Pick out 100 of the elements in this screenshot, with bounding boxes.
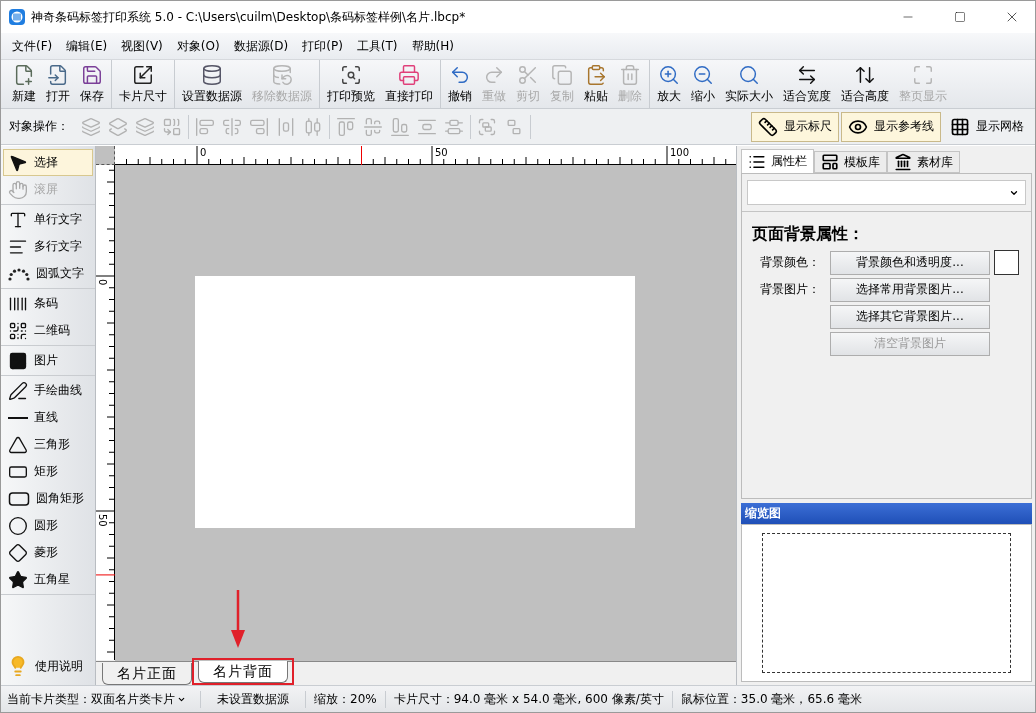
toggle-button[interactable]: 显示参考线	[841, 111, 941, 142]
copy-icon	[551, 63, 573, 86]
resize-frame-icon	[132, 63, 154, 86]
menu-item[interactable]: 工具(T)	[349, 37, 405, 55]
panel-button[interactable]: 选择其它背景图片...	[830, 304, 990, 329]
menu-item[interactable]: 视图(V)	[114, 37, 170, 55]
distribute-icon	[276, 116, 296, 137]
menu-item[interactable]: 对象(O)	[169, 37, 227, 55]
toggle-button[interactable]: 显示标尺	[751, 111, 839, 142]
toolbar-button[interactable]: 适合高度	[836, 61, 894, 107]
app-logo-icon	[9, 9, 25, 25]
printer-icon	[398, 63, 420, 86]
panel-tab[interactable]: 模板库	[814, 151, 887, 173]
pen-icon	[8, 380, 28, 401]
building-icon	[894, 153, 912, 171]
zoom-in-icon	[658, 63, 680, 86]
help-button[interactable]: 使用说明	[1, 651, 95, 681]
line-icon	[8, 416, 28, 419]
template-icon	[821, 153, 839, 171]
group-icon	[477, 116, 497, 137]
align-icon	[336, 116, 356, 137]
tool-item[interactable]: 菱形	[3, 539, 93, 566]
toolbar-button[interactable]: 新建	[7, 61, 41, 107]
tool-item[interactable]: 圆角矩形	[3, 485, 93, 512]
ruler-label: 50	[435, 147, 448, 158]
toolbar-button[interactable]: 打开	[41, 61, 75, 107]
ruler-label: 0	[200, 147, 207, 158]
toolbar-label: 对象操作：	[9, 118, 69, 135]
align-icon	[390, 116, 410, 137]
align-icon	[363, 116, 383, 137]
layers-icon	[135, 116, 155, 137]
tool-item[interactable]: 三角形	[3, 431, 93, 458]
distribute-icon	[303, 116, 323, 137]
magnifier-icon	[738, 63, 760, 86]
toolbar-button[interactable]: 设置数据源	[177, 61, 247, 107]
layers-icon	[108, 116, 128, 137]
align-icon	[249, 116, 269, 137]
panel-button[interactable]: 选择常用背景图片...	[830, 277, 990, 302]
tool-item[interactable]: 圆弧文字	[3, 260, 93, 287]
page-tab[interactable]: 名片背面	[198, 661, 288, 683]
ruler-icon	[758, 116, 778, 137]
toggle-button[interactable]: 显示网格	[943, 111, 1031, 142]
thumbnail-header: 缩览图	[741, 503, 1032, 524]
toolbar-button[interactable]: 粘贴	[579, 61, 613, 107]
toolbar-button[interactable]: 保存	[75, 61, 109, 107]
maximize-icon	[954, 11, 966, 23]
toolbar-button[interactable]: 实际大小	[720, 61, 778, 107]
tool-item[interactable]: 五角星	[3, 566, 93, 593]
toolbar-button[interactable]: 打印预览	[322, 61, 380, 107]
panel-button[interactable]: 背景颜色和透明度...	[830, 250, 990, 275]
status-label: 当前卡片类型：	[6, 690, 91, 708]
menu-item[interactable]: 数据源(D)	[226, 37, 296, 55]
tool-item[interactable]: 圆形	[3, 512, 93, 539]
toolbar-button[interactable]: 卡片尺寸	[114, 61, 172, 107]
status-text: 卡片尺寸：94.0 毫米 x 54.0 毫米, 600 像素/英寸	[385, 690, 673, 708]
scissors-icon	[517, 63, 539, 86]
tool-item[interactable]: 二维码	[3, 317, 93, 344]
menu-item[interactable]: 打印(P)	[295, 37, 350, 55]
tool-item[interactable]: 多行文字	[3, 233, 93, 260]
fit-page-icon	[912, 63, 934, 86]
menu-item[interactable]: 文件(F)	[5, 37, 60, 55]
menu-item[interactable]: 编辑(E)	[59, 37, 115, 55]
toolbar-button[interactable]: 适合宽度	[778, 61, 836, 107]
page-tab[interactable]: 名片正面	[102, 663, 192, 685]
status-text: 缩放：20%	[306, 690, 386, 708]
panel-tab[interactable]: 属性栏	[741, 149, 814, 173]
ruler-label: 50	[97, 514, 108, 527]
toolbar-button[interactable]: 直接打印	[380, 61, 438, 107]
rounded-rectangle-icon	[8, 490, 30, 507]
menu-item[interactable]: 帮助(H)	[404, 37, 461, 55]
fit-width-icon	[796, 63, 818, 86]
file-arrow-icon	[47, 63, 69, 86]
tool-item[interactable]: 矩形	[3, 458, 93, 485]
magnifier-frame-icon	[340, 63, 362, 86]
status-text: 未设置数据源	[201, 690, 306, 708]
toolbar-button[interactable]: 缩小	[686, 61, 720, 107]
section-title: 页面背景属性：	[752, 224, 865, 245]
card-type-dropdown[interactable]: 双面名片类卡片	[91, 690, 201, 708]
tool-item[interactable]: 选择	[3, 149, 93, 176]
tool-item[interactable]: 条码	[3, 290, 93, 317]
tool-item[interactable]: 单行文字	[3, 206, 93, 233]
layers-icon	[81, 116, 101, 137]
toolbar-button[interactable]: 放大	[652, 61, 686, 107]
triangle-icon	[8, 434, 28, 455]
tool-item[interactable]: 直线	[3, 404, 93, 431]
file-plus-icon	[13, 63, 35, 86]
qr-code-icon	[8, 320, 28, 341]
color-swatch[interactable]	[994, 250, 1019, 275]
dotted-arc-icon	[8, 266, 30, 281]
dropdown-field[interactable]	[747, 180, 1026, 205]
ruler-label: 0	[97, 279, 108, 286]
database-icon	[271, 63, 293, 86]
tool-item[interactable]: 手绘曲线	[3, 377, 93, 404]
panel-tab[interactable]: 素材库	[887, 151, 960, 173]
star-icon	[8, 569, 28, 590]
database-icon	[201, 63, 223, 86]
toolbar-button[interactable]: 撤销	[443, 61, 477, 107]
tool-item[interactable]: 图片	[3, 347, 93, 374]
layers-icon	[162, 116, 182, 137]
ellipse-icon	[8, 515, 28, 536]
